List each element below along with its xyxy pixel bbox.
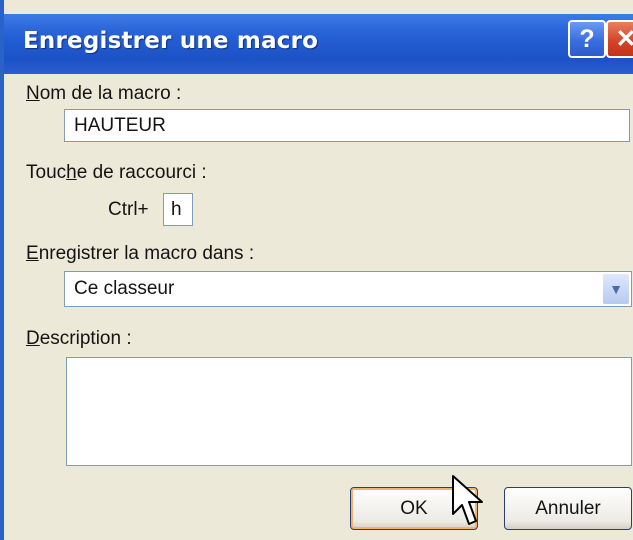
close-icon: ✕ <box>615 25 633 53</box>
store-in-value: Ce classeur <box>74 278 175 299</box>
dialog-title: Enregistrer une macro <box>23 28 319 54</box>
help-icon: ? <box>579 24 595 53</box>
macro-name-value: HAUTEUR <box>74 114 166 136</box>
store-in-label: Enregistrer la macro dans : <box>26 243 255 264</box>
shortcut-label: Touche de raccourci : <box>26 162 207 183</box>
store-in-select[interactable]: Ce classeur ▼ <box>64 271 632 307</box>
description-textarea[interactable] <box>66 357 632 466</box>
shortcut-key-input[interactable]: h <box>163 193 193 226</box>
record-macro-dialog: Enregistrer une macro ? ✕ Nom de la macr… <box>0 0 633 540</box>
description-label: Description : <box>26 328 132 349</box>
cancel-button[interactable]: Annuler <box>504 487 632 530</box>
dropdown-button[interactable]: ▼ <box>603 274 629 304</box>
macro-name-label: Nom de la macro : <box>26 83 182 104</box>
macro-name-input[interactable]: HAUTEUR <box>64 109 630 142</box>
shortcut-key-value: h <box>171 198 182 220</box>
close-button[interactable]: ✕ <box>606 20 633 58</box>
ctrl-prefix-label: Ctrl+ <box>108 199 149 220</box>
chevron-down-icon: ▼ <box>609 281 623 297</box>
help-button[interactable]: ? <box>568 20 606 58</box>
mouse-pointer-icon <box>452 475 483 525</box>
